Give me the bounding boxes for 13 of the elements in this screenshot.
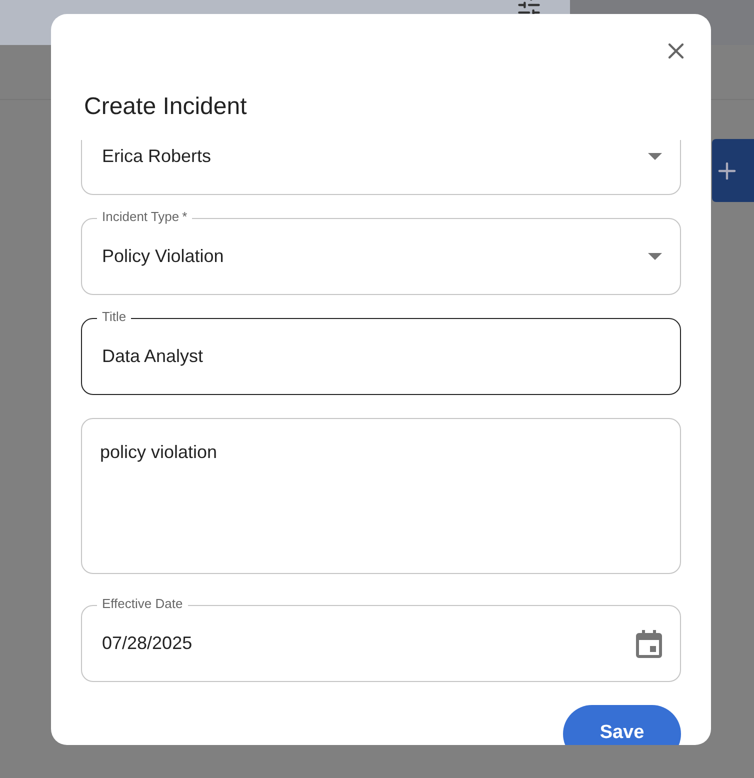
dropdown-caret-icon bbox=[648, 153, 662, 160]
calendar-icon[interactable] bbox=[636, 630, 662, 658]
add-button[interactable] bbox=[712, 139, 754, 202]
field-value: Policy Violation bbox=[102, 245, 225, 268]
dialog-title: Create Incident bbox=[84, 92, 247, 122]
field-value: 07/28/2025 bbox=[102, 632, 194, 655]
description-field[interactable]: policy violation bbox=[81, 418, 681, 574]
field-value: Erica Roberts bbox=[102, 145, 212, 168]
dropdown-caret-icon bbox=[648, 253, 662, 260]
field-value: policy violation bbox=[100, 441, 218, 464]
select-field[interactable]: Erica Roberts bbox=[81, 140, 681, 195]
field-value: Data Analyst bbox=[102, 345, 204, 368]
save-button[interactable]: Save bbox=[563, 705, 681, 745]
